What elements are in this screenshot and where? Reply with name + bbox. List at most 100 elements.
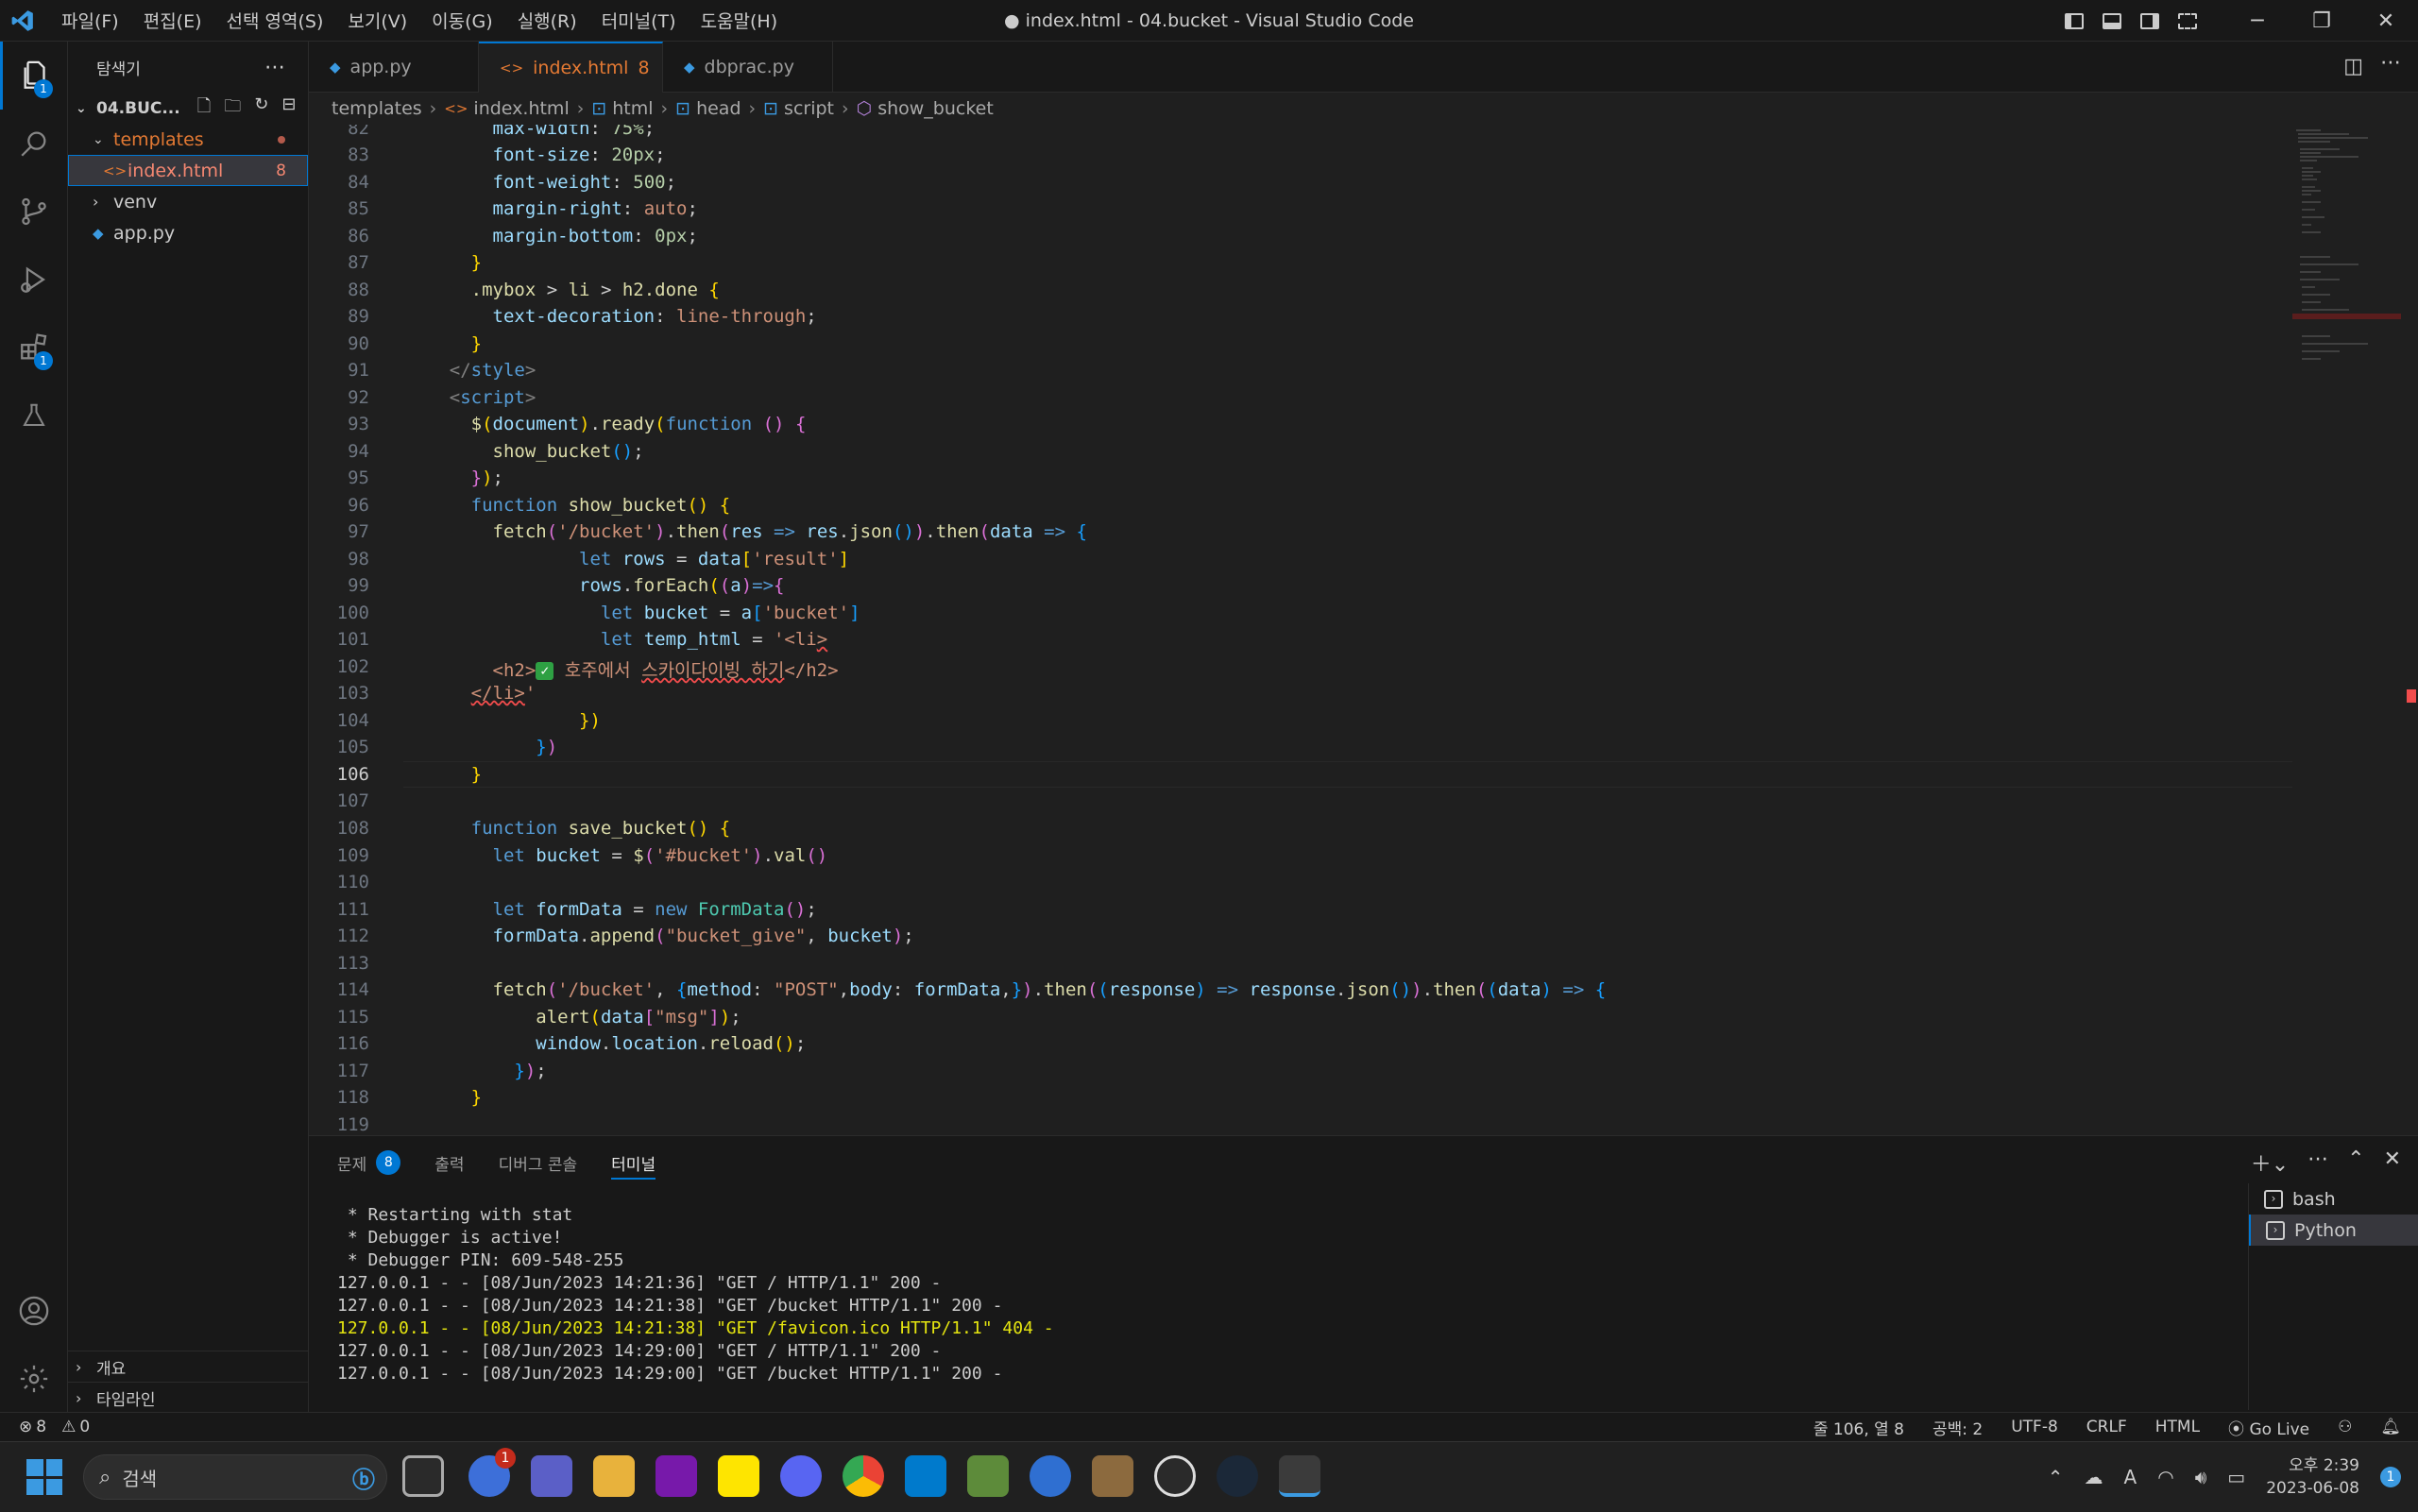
close-panel-icon[interactable]: ✕ [2384,1147,2401,1178]
extensions-icon[interactable]: 1 [0,314,68,382]
minimize-button[interactable]: ─ [2225,0,2290,42]
terminal-icon: › [2264,1189,2283,1209]
onedrive-icon[interactable]: ☁ [2085,1466,2103,1488]
cursor-position[interactable]: 줄 106, 열 8 [1814,1416,1904,1439]
tree-item-templates[interactable]: ⌄ templates [68,124,308,155]
task-view-icon[interactable] [402,1455,444,1497]
kakaotalk-icon[interactable] [718,1455,759,1497]
teams-chat-icon[interactable] [531,1455,572,1497]
panel-more-actions-icon[interactable]: ⋯ [2307,1147,2328,1178]
taskbar-search[interactable]: ⌕ 검색 ⓑ [83,1454,387,1500]
system-tray: ⌃ ☁ A ◠ 🔊︎ ▭ 오후 2:39 2023-06-08 1 [2048,1442,2401,1512]
tree-item-index-html[interactable]: <> index.html 8 [68,155,308,186]
windows-start-icon[interactable] [26,1459,62,1495]
breadcrumb-templates[interactable]: templates [332,98,422,119]
new-folder-icon[interactable]: 🗀 [224,94,241,123]
testing-flask-icon[interactable] [0,382,68,450]
tree-item-app-py[interactable]: ◆ app.py [68,217,308,248]
clock[interactable]: 오후 2:39 2023-06-08 [2266,1454,2359,1500]
timeline-section[interactable]: › 타임라인 [68,1382,309,1413]
file-explorer-icon[interactable] [593,1455,635,1497]
explorer-icon[interactable]: 1 [0,42,68,110]
toggle-secondary-sidebar-icon[interactable] [2131,0,2169,42]
language-mode[interactable]: HTML [2155,1418,2200,1436]
customize-layout-icon[interactable] [2169,0,2206,42]
tab-problems[interactable]: 문제 8 [337,1136,401,1189]
minimap[interactable] [2292,125,2401,408]
chrome-icon[interactable] [843,1455,884,1497]
app-icon-2[interactable] [1154,1455,1196,1497]
steam-icon[interactable] [1217,1455,1258,1497]
editor-more-actions-icon[interactable]: ⋯ [2380,51,2401,75]
vscode-taskbar-icon[interactable] [905,1455,946,1497]
tab-app-py[interactable]: ◆ app.py [309,42,479,93]
close-window-button[interactable]: ✕ [2354,0,2418,42]
toggle-panel-icon[interactable] [2093,0,2131,42]
app-icon[interactable] [1030,1455,1071,1497]
new-terminal-icon[interactable]: ＋⌄ [2251,1147,2289,1178]
function-icon: ⬡ [856,98,873,119]
hearthstone-icon[interactable] [1092,1455,1133,1497]
menu-help[interactable]: 도움말(H) [690,4,789,37]
account-icon[interactable] [0,1277,68,1345]
input-method-icon[interactable]: A [2124,1466,2137,1488]
settings-gear-icon[interactable] [0,1345,68,1413]
collapse-all-icon[interactable]: ⊟ [281,94,296,123]
account-status-icon[interactable]: ⚇ [2338,1418,2352,1436]
menu-view[interactable]: 보기(V) [337,4,417,37]
breadcrumb-head[interactable]: head [696,98,741,119]
snipping-tool-icon[interactable] [1279,1455,1320,1497]
problems-status[interactable]: ⊗ 8 ⚠ 0 [19,1418,90,1436]
tab-index-html[interactable]: <> index.html 8 [479,42,663,93]
menu-go[interactable]: 이동(G) [421,4,503,37]
search-icon[interactable] [0,110,68,178]
menu-file[interactable]: 파일(F) [51,4,129,37]
breadcrumb-index-html[interactable]: index.html [473,98,569,119]
more-actions-icon[interactable]: ⋯ [264,56,285,79]
new-file-icon[interactable]: 🗋 [197,94,211,123]
terminal-output[interactable]: * Restarting with stat * Debugger is act… [337,1204,1054,1385]
notifications-bell-icon[interactable]: 🔔︎ [2380,1418,2401,1436]
onenote-icon[interactable] [656,1455,697,1497]
encoding[interactable]: UTF-8 [2011,1418,2058,1436]
timeline-label: 타임라인 [96,1390,156,1410]
split-editor-icon[interactable]: ◫ [2343,55,2363,78]
go-live-button[interactable]: ⦿ Go Live [2228,1416,2309,1439]
line-number: 89 [348,306,369,327]
terminal-item-bash[interactable]: › bash [2249,1183,2418,1215]
notification-badge[interactable]: 1 [2380,1467,2401,1487]
battery-icon[interactable]: ▭ [2227,1466,2245,1488]
toggle-primary-sidebar-icon[interactable] [2055,0,2093,42]
breadcrumb-html[interactable]: html [612,98,653,119]
breadcrumb-script[interactable]: script [784,98,834,119]
menu-edit[interactable]: 편집(E) [133,4,213,37]
menu-selection[interactable]: 선택 영역(S) [216,4,334,37]
tab-debug-console[interactable]: 디버그 콘솔 [499,1136,578,1189]
volume-icon[interactable]: 🔊︎ [2195,1466,2207,1488]
menu-run[interactable]: 실행(R) [507,4,587,37]
outline-section[interactable]: › 개요 [68,1351,309,1382]
weather-widget-icon[interactable]: 1 [468,1448,516,1497]
code-editor[interactable]: 82 83 84 85 86 87 88 89 90 91 92 93 94 95 96 97 98 99 100 1… [309,125,2418,1135]
end-of-line[interactable]: CRLF [2086,1418,2127,1436]
refresh-icon[interactable]: ↻ [254,94,268,123]
explorer-sidebar: 탐색기 ⋯ ⌄ 04.BUC... 🗋 🗀 ↻ ⊟ ⌄ templates <>… [68,42,309,1412]
tab-debug-console-label: 디버그 콘솔 [498,1155,578,1175]
maximize-panel-icon[interactable]: ⌃ [2347,1147,2364,1178]
minecraft-icon[interactable] [967,1455,1009,1497]
tab-dbprac-py[interactable]: ◆ dbprac.py [663,42,833,93]
run-debug-icon[interactable] [0,246,68,314]
tab-output[interactable]: 출력 [434,1136,464,1189]
indentation[interactable]: 공백: 2 [1933,1416,1983,1439]
source-control-icon[interactable] [0,178,68,246]
wifi-icon[interactable]: ◠ [2157,1466,2173,1488]
menu-terminal[interactable]: 터미널(T) [591,4,687,37]
restore-button[interactable]: ❐ [2290,0,2354,42]
discord-icon[interactable] [780,1455,822,1497]
show-hidden-icons-icon[interactable]: ⌃ [2048,1466,2064,1488]
tab-terminal[interactable]: 터미널 [611,1136,656,1189]
tree-item-venv[interactable]: › venv [68,186,308,217]
workspace-folder[interactable]: ⌄ 04.BUC... 🗋 🗀 ↻ ⊟ [68,93,308,124]
terminal-item-python[interactable]: › Python [2249,1215,2418,1246]
breadcrumb-show-bucket[interactable]: show_bucket [877,98,994,119]
